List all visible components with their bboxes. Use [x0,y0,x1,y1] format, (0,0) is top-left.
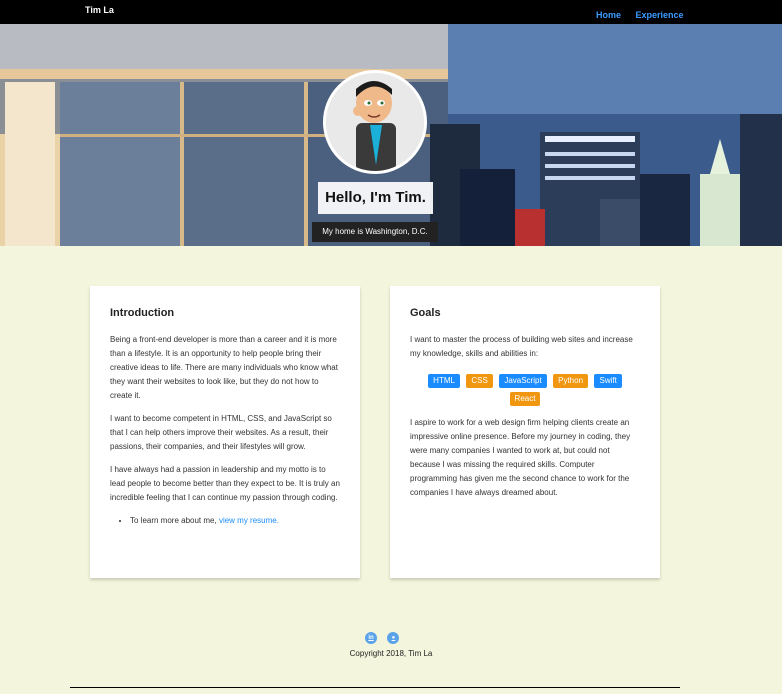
resume-link[interactable]: view my resume. [219,516,279,525]
intro-paragraph-1: Being a front-end developer is more than… [110,335,338,400]
goals-heading: Goals [410,307,441,319]
skill-badge-react: React [509,392,541,406]
hero-subtitle: My home is Washington, D.C. [312,222,438,242]
nav-links: Home Experience [596,5,694,23]
skill-badge-python: Python [553,374,589,388]
goals-lead: I want to master the process of building… [410,335,633,358]
resume-bullet-text: To learn more about me, [130,516,219,525]
intro-list: To learn more about me, view my resume. [130,514,340,528]
skill-badge-swift: Swift [594,374,622,388]
list-item: To learn more about me, view my resume. [130,514,340,528]
hero-title: Hello, I'm Tim. [318,182,433,214]
nav-experience-link[interactable]: Experience [635,10,683,20]
intro-paragraph-2: I want to become competent in HTML, CSS,… [110,414,332,451]
goals-body: I aspire to work for a web design firm h… [410,418,631,497]
github-icon[interactable]: ● [387,632,400,644]
skill-badge-javascript: JavaScript [499,374,547,388]
brand-link[interactable]: Tim La [85,5,114,15]
goals-card: Goals I want to master the process of bu… [390,286,660,578]
profile-avatar [323,70,427,174]
skills-badges: HTML CSS JavaScript Python Swift React [410,370,640,406]
top-navbar: Tim La Home Experience [0,0,782,24]
introduction-heading: Introduction [110,307,175,319]
skill-badge-html: HTML [428,374,460,388]
footer-social-icons: in ● [365,626,405,644]
copyright-text: Copyright 2018, Tim La [349,649,433,658]
footer-divider [70,687,680,688]
intro-paragraph-3: I have always had a passion in leadershi… [110,465,340,502]
nav-home-link[interactable]: Home [596,10,621,20]
linkedin-icon[interactable]: in [365,632,377,644]
skill-badge-css: CSS [466,374,493,388]
hero-banner: Hello, I'm Tim. My home is Washington, D… [0,24,782,246]
introduction-card: Introduction Being a front-end developer… [90,286,360,578]
